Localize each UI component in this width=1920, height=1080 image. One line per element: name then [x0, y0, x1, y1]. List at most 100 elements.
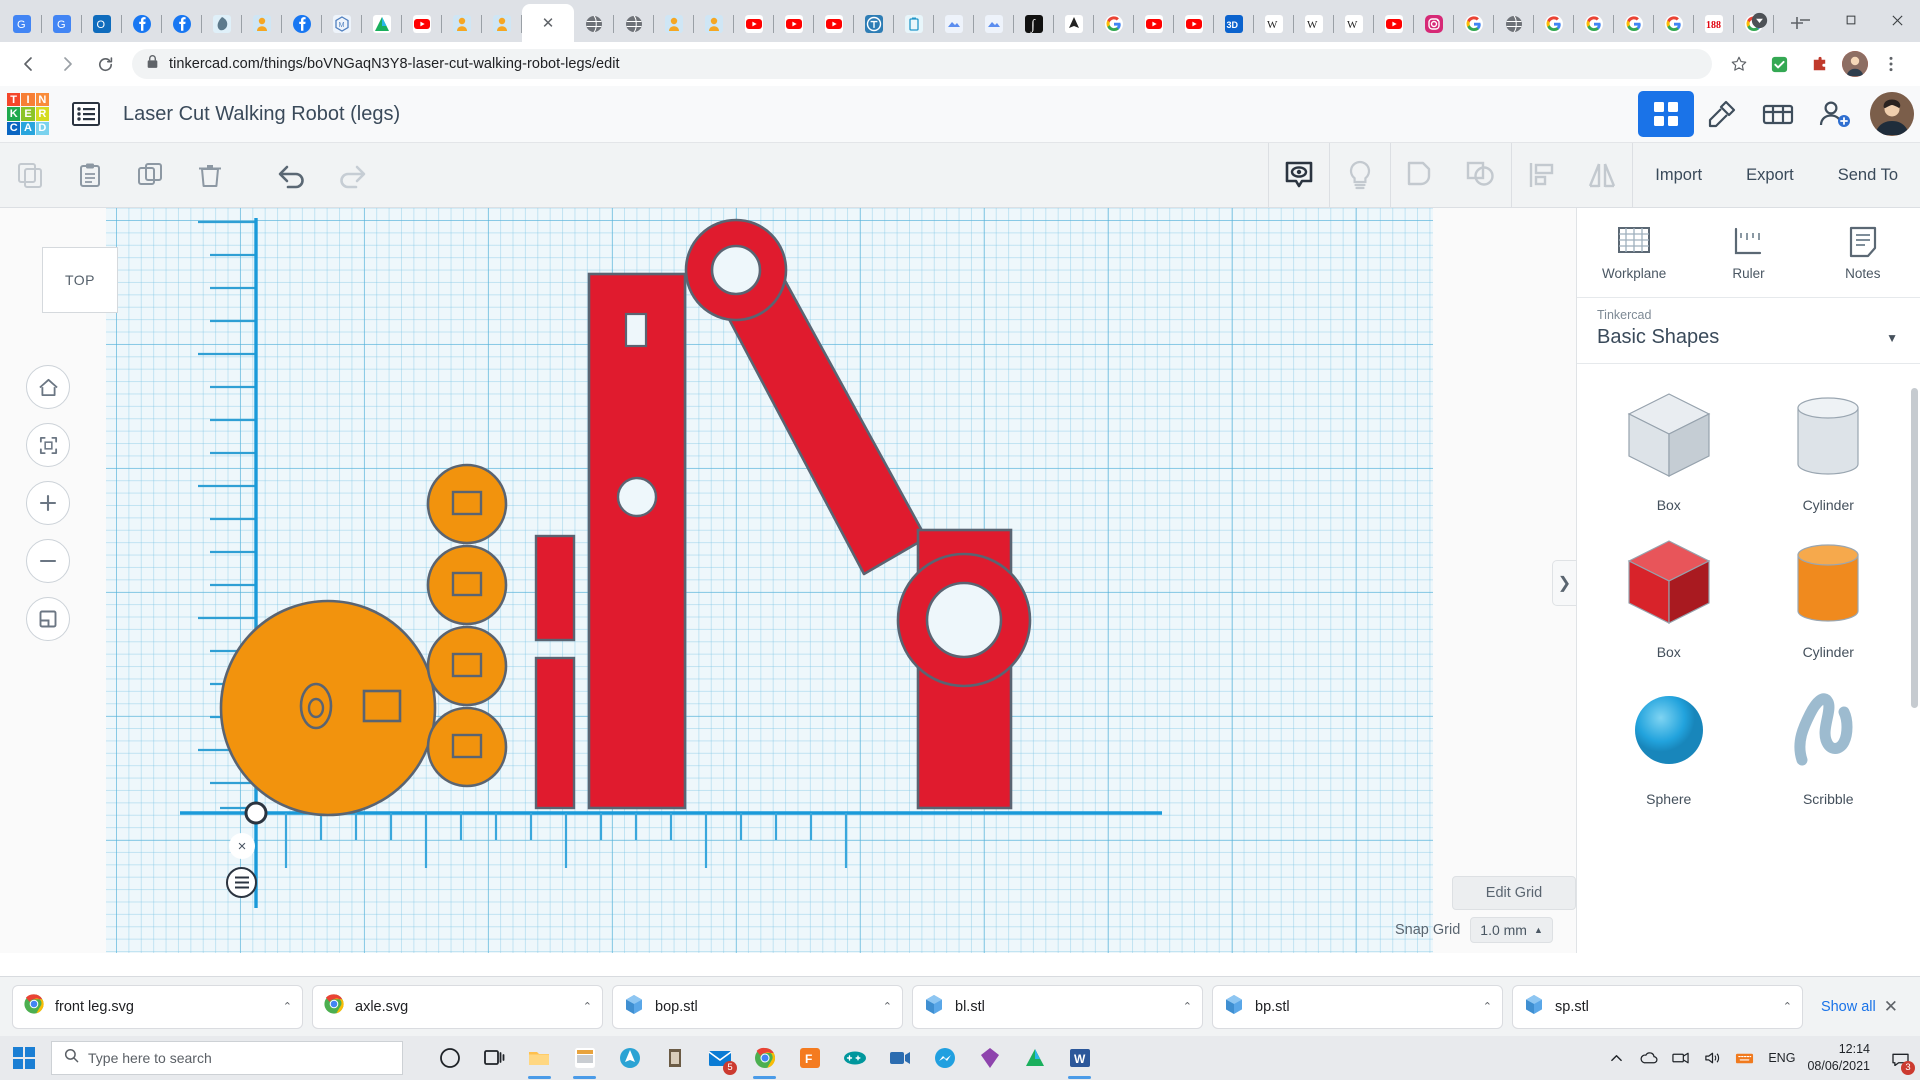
design-canvas[interactable]: × [106, 208, 1433, 953]
profile-indicator-icon[interactable] [1736, 0, 1782, 40]
edit-grid-button[interactable]: Edit Grid [1452, 876, 1576, 910]
show-hide-icon[interactable] [1269, 143, 1329, 208]
browser-tab-google-translate[interactable]: G [42, 6, 82, 42]
add-user-icon[interactable] [1806, 91, 1862, 137]
taskbar-autodesk-icon[interactable] [1012, 1036, 1057, 1080]
browser-tab-wikipedia[interactable]: W [1334, 6, 1374, 42]
taskbar-chrome-icon[interactable] [742, 1036, 787, 1080]
show-all-downloads-button[interactable]: Show all [1821, 999, 1884, 1015]
ruler-close-button[interactable]: × [229, 833, 255, 859]
browser-tab-youtube[interactable] [1174, 6, 1214, 42]
taskbar-messenger-icon[interactable] [922, 1036, 967, 1080]
taskbar-sketch-icon[interactable] [967, 1036, 1012, 1080]
group-icon[interactable] [1391, 143, 1451, 208]
orthographic-icon[interactable] [26, 597, 70, 641]
align-icon[interactable] [1512, 143, 1572, 208]
browser-tab-thingiverse[interactable] [854, 6, 894, 42]
browser-tab-google[interactable] [1654, 6, 1694, 42]
chrome-menu-icon[interactable] [1874, 47, 1908, 81]
browser-tab-google[interactable] [1614, 6, 1654, 42]
taskbar-microsoft-store-icon[interactable] [562, 1036, 607, 1080]
browser-tab-outlook[interactable]: O [82, 6, 122, 42]
redo-icon[interactable] [322, 143, 382, 208]
windows-start-icon[interactable] [0, 1036, 48, 1080]
browser-tab-facebook[interactable] [282, 6, 322, 42]
snap-grid-value[interactable]: 1.0 mm ▲ [1470, 917, 1553, 943]
browser-tab-integral[interactable]: ∫ [1014, 6, 1054, 42]
taskbar-cortana-icon[interactable] [427, 1036, 472, 1080]
browser-tab-scratch[interactable] [654, 6, 694, 42]
taskbar-video-icon[interactable] [877, 1036, 922, 1080]
zoom-out-icon[interactable] [26, 539, 70, 583]
notes-tab[interactable]: Notes [1806, 208, 1920, 297]
verified-extension-icon[interactable] [1762, 47, 1796, 81]
paste-icon[interactable] [60, 143, 120, 208]
download-menu-icon[interactable]: ⌃ [1183, 1000, 1192, 1013]
taskbar-mousepad-icon[interactable] [652, 1036, 697, 1080]
download-bl-stl[interactable]: bl.stl ⌃ [912, 984, 1203, 1029]
browser-tab-youtube[interactable] [814, 6, 854, 42]
browser-tab-tinkercad[interactable] [202, 6, 242, 42]
shape-box-red[interactable]: Box [1589, 525, 1749, 666]
shape-cylinder-hatched[interactable]: Cylinder [1749, 378, 1909, 519]
duplicate-icon[interactable] [120, 143, 180, 208]
forward-arrow-icon[interactable] [50, 47, 84, 81]
workplane-tab[interactable]: Workplane [1577, 208, 1691, 297]
browser-tab-generic-page[interactable] [574, 6, 614, 42]
browser-tab-google[interactable] [1454, 6, 1494, 42]
home-view-icon[interactable] [26, 365, 70, 409]
browser-tab-facebook[interactable] [162, 6, 202, 42]
back-arrow-icon[interactable] [12, 47, 46, 81]
shape-scribble[interactable]: Scribble [1749, 672, 1909, 813]
project-list-icon[interactable] [69, 99, 103, 129]
browser-tab-facebook[interactable] [122, 6, 162, 42]
browser-tab-instagram[interactable] [1414, 6, 1454, 42]
shape-library-select[interactable]: Tinkercad Basic Shapes ▼ [1577, 298, 1920, 364]
download-front-leg-svg[interactable]: front leg.svg ⌃ [12, 984, 303, 1029]
browser-tab-generic-page[interactable] [1494, 6, 1534, 42]
browser-tab-youtube[interactable] [1374, 6, 1414, 42]
browser-tab-youtube[interactable] [402, 6, 442, 42]
download-bp-stl[interactable]: bp.stl ⌃ [1212, 984, 1503, 1029]
blocks-view-icon[interactable] [1638, 91, 1694, 137]
delete-icon[interactable] [180, 143, 240, 208]
action-center-icon[interactable]: 3 [1880, 1036, 1920, 1080]
volume-icon[interactable] [1696, 1036, 1728, 1080]
download-menu-icon[interactable]: ⌃ [283, 1000, 292, 1013]
browser-tab-youtube[interactable] [774, 6, 814, 42]
browser-tab-kidsdoc[interactable] [894, 6, 934, 42]
ungroup-icon[interactable] [1451, 143, 1511, 208]
show-hidden-icons[interactable] [1600, 1036, 1632, 1080]
maximize-button[interactable] [1828, 0, 1874, 40]
browser-tab-tinkercad-active[interactable]: ✕ [522, 4, 574, 42]
browser-tab-youtube[interactable] [734, 6, 774, 42]
reload-icon[interactable] [88, 47, 122, 81]
browser-tab-slides[interactable] [974, 6, 1014, 42]
browser-tab-makers[interactable]: M [322, 6, 362, 42]
language-indicator[interactable]: ENG [1760, 1051, 1803, 1065]
taskbar-arduino-icon[interactable] [832, 1036, 877, 1080]
import-button[interactable]: Import [1633, 155, 1724, 195]
zoom-in-icon[interactable] [26, 481, 70, 525]
browser-tab-scratch[interactable] [242, 6, 282, 42]
download-menu-icon[interactable]: ⌃ [583, 1000, 592, 1013]
download-sp-stl[interactable]: sp.stl ⌃ [1512, 984, 1803, 1029]
close-tab-icon[interactable]: ✕ [542, 16, 555, 31]
browser-tab-scratch[interactable] [694, 6, 734, 42]
download-menu-icon[interactable]: ⌃ [1783, 1000, 1792, 1013]
clock[interactable]: 12:14 08/06/2021 [1803, 1041, 1880, 1075]
browser-tab-wikipedia[interactable]: W [1294, 6, 1334, 42]
user-avatar[interactable] [1870, 92, 1914, 136]
bookmark-star-icon[interactable] [1722, 47, 1756, 81]
browser-tab-google-translate[interactable]: G [2, 6, 42, 42]
taskbar-task-view-icon[interactable] [472, 1036, 517, 1080]
ruler-menu-icon[interactable] [226, 867, 257, 898]
browser-tab-youtube[interactable] [1134, 6, 1174, 42]
download-axle-svg[interactable]: axle.svg ⌃ [312, 984, 603, 1029]
onedrive-icon[interactable] [1632, 1036, 1664, 1080]
download-menu-icon[interactable]: ⌃ [1483, 1000, 1492, 1013]
browser-tab-3d-viewer[interactable]: 3D [1214, 6, 1254, 42]
address-bar[interactable]: tinkercad.com/things/boVNGaqN3Y8-laser-c… [132, 49, 1712, 79]
avatar[interactable] [1842, 51, 1868, 77]
extension-icon[interactable] [1802, 47, 1836, 81]
